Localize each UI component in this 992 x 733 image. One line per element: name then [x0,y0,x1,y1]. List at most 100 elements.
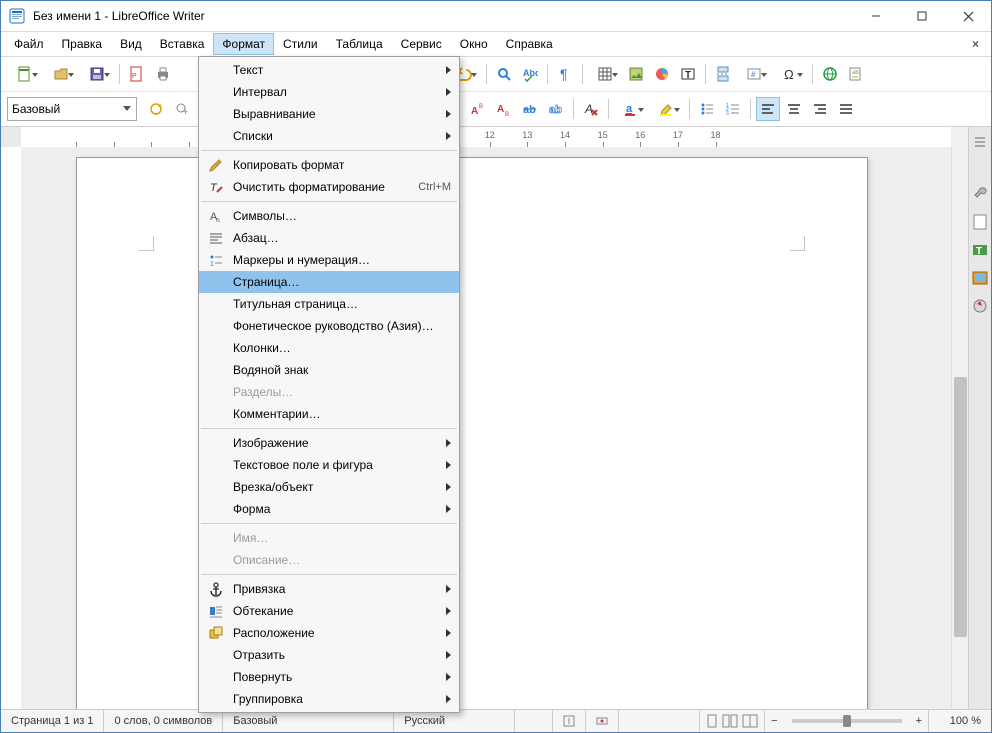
sidebar-properties-icon[interactable] [970,183,990,205]
subscript-button[interactable]: AB [492,97,516,121]
status-language[interactable]: Русский [394,710,515,732]
open-button[interactable] [44,62,78,86]
strikethrough-alt-button[interactable]: ab [518,97,542,121]
menu-spacing-sub[interactable]: Интервал [199,81,459,103]
superscript-button[interactable]: AB [466,97,490,121]
new-style-button[interactable]: + [170,97,194,121]
align-justify-button[interactable] [834,97,858,121]
zoom-value[interactable]: 100 % [928,710,991,732]
vertical-ruler[interactable] [1,147,22,709]
view-single-icon[interactable] [706,714,718,728]
formatting-toolbar: Базовый + AB AB ab ab A a 123 [1,92,991,127]
sidebar-gallery-icon[interactable] [970,267,990,289]
menu-paragraph-dialog[interactable]: Абзац… [199,227,459,249]
sidebar-page-icon[interactable] [970,211,990,233]
highlight-button[interactable] [650,97,684,121]
menu-format[interactable]: Формат [213,33,274,55]
menu-wrap-sub[interactable]: Обтекание [199,600,459,622]
status-page[interactable]: Страница 1 из 1 [1,710,104,732]
sidebar-settings-icon[interactable] [970,131,990,153]
menu-frame-sub[interactable]: Врезка/объект [199,476,459,498]
view-book-icon[interactable] [742,714,758,728]
horizontal-ruler[interactable]: 9101112131415161718 [21,127,951,148]
menu-lists-sub[interactable]: Списки [199,125,459,147]
find-button[interactable] [492,62,516,86]
menu-arrange-sub[interactable]: Расположение [199,622,459,644]
align-center-button[interactable] [782,97,806,121]
numbering-button[interactable]: 123 [721,97,745,121]
status-style[interactable]: Базовый [223,710,394,732]
menu-clear-formatting[interactable]: TОчистить форматированиеCtrl+M [199,176,459,198]
menu-character-sub[interactable]: Текст [199,59,459,81]
print-button[interactable] [151,62,175,86]
field-button[interactable]: # [737,62,771,86]
vertical-scrollbar[interactable] [951,147,969,709]
menu-window[interactable]: Окно [451,33,497,55]
pagebreak-button[interactable] [711,62,735,86]
textbox-button[interactable]: T [676,62,700,86]
document-area[interactable] [21,147,951,709]
nonprinting-button[interactable]: ¶ [553,62,577,86]
update-style-button[interactable] [144,97,168,121]
menu-comments[interactable]: Комментарии… [199,403,459,425]
menu-bullets-dialog[interactable]: 1Маркеры и нумерация… [199,249,459,271]
menu-align-sub[interactable]: Выравнивание [199,103,459,125]
minimize-button[interactable] [853,1,899,31]
menu-rotate-sub[interactable]: Повернуть [199,666,459,688]
view-multi-icon[interactable] [722,714,738,728]
menu-form-sub[interactable]: Форма [199,498,459,520]
menu-character-dialog[interactable]: AaСимволы… [199,205,459,227]
menubar: Файл Правка Вид Вставка Формат Стили Таб… [1,32,991,57]
clear-format-button[interactable]: A [579,97,603,121]
status-wordcount[interactable]: 0 слов, 0 символов [104,710,223,732]
close-button[interactable] [945,1,991,31]
menu-anchor-sub[interactable]: Привязка [199,578,459,600]
menu-textbox-sub[interactable]: Текстовое поле и фигура [199,454,459,476]
page[interactable] [76,157,868,709]
menu-columns[interactable]: Колонки… [199,337,459,359]
zoom-in-button[interactable]: + [910,715,928,727]
menu-flip-sub[interactable]: Отразить [199,644,459,666]
image-button[interactable] [624,62,648,86]
specialchar-button[interactable]: Ω [773,62,807,86]
table-button[interactable] [588,62,622,86]
status-selection-mode[interactable] [586,710,619,732]
outline-font-button[interactable]: ab [544,97,568,121]
scrollbar-thumb[interactable] [954,377,967,637]
menu-view[interactable]: Вид [111,33,151,55]
menu-tools[interactable]: Сервис [392,33,451,55]
menu-insert[interactable]: Вставка [151,33,214,55]
footnote-button[interactable]: ab [844,62,868,86]
menu-clone-formatting[interactable]: Копировать формат [199,154,459,176]
paragraph-style-combo[interactable]: Базовый [7,97,137,121]
menu-table[interactable]: Таблица [327,33,392,55]
save-button[interactable] [80,62,114,86]
zoom-out-button[interactable]: − [765,710,783,732]
menu-phonetic-guide[interactable]: Фонетическое руководство (Азия)… [199,315,459,337]
menu-file[interactable]: Файл [5,33,53,55]
spellcheck-button[interactable]: Abc [518,62,542,86]
sidebar-navigator-icon[interactable] [970,295,990,317]
close-document-button[interactable]: × [964,35,987,53]
status-insert-mode[interactable] [552,710,586,732]
font-color-button[interactable]: a [614,97,648,121]
menu-title-page[interactable]: Титульная страница… [199,293,459,315]
menu-watermark[interactable]: Водяной знак [199,359,459,381]
hyperlink-button[interactable] [818,62,842,86]
align-left-button[interactable] [756,97,780,121]
sidebar-styles-icon[interactable]: T [970,239,990,261]
menu-page-dialog[interactable]: Страница… [199,271,459,293]
zoom-slider[interactable] [792,719,902,723]
chart-button[interactable] [650,62,674,86]
new-button[interactable] [8,62,42,86]
align-right-button[interactable] [808,97,832,121]
menu-group-sub[interactable]: Группировка [199,688,459,710]
menu-image-sub[interactable]: Изображение [199,432,459,454]
export-pdf-button[interactable]: P [125,62,149,86]
menu-styles[interactable]: Стили [274,33,327,55]
bullets-button[interactable] [695,97,719,121]
menu-edit[interactable]: Правка [53,33,112,55]
maximize-button[interactable] [899,1,945,31]
menu-help[interactable]: Справка [497,33,562,55]
status-signature[interactable] [619,710,700,732]
